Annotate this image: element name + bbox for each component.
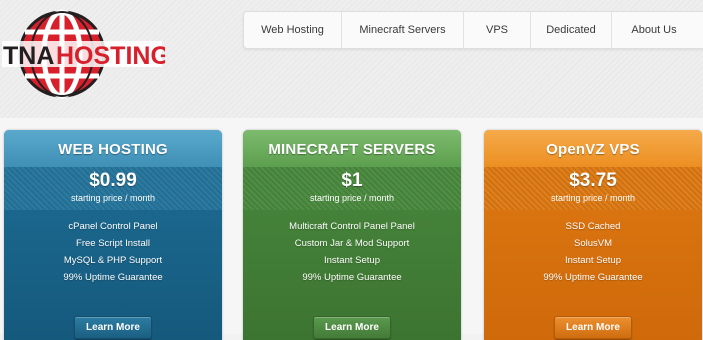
price-band: $3.75 starting price / month xyxy=(484,167,702,210)
plan-feature: MySQL & PHP Support xyxy=(63,255,163,266)
plan-price: $3.75 xyxy=(569,170,617,191)
nav-vps[interactable]: VPS xyxy=(464,12,531,48)
brand-name-part1: TNA xyxy=(3,42,54,70)
plan-feature: Free Script Install xyxy=(76,238,150,249)
plan-title: OpenVZ VPS xyxy=(484,130,702,167)
header: TNA HOSTING Web Hosting Minecraft Server… xyxy=(0,0,703,118)
plan-price: $1 xyxy=(341,170,363,191)
plan-feature: cPanel Control Panel xyxy=(68,221,158,232)
plan-price-note: starting price / month xyxy=(70,193,156,203)
main-nav: Web Hosting Minecraft Servers VPS Dedica… xyxy=(243,11,703,49)
brand-name-part2: HOSTING xyxy=(56,42,165,70)
plan-feature: Instant Setup xyxy=(565,255,621,266)
tnahosting-logo[interactable]: TNA HOSTING xyxy=(0,8,165,108)
nav-web-hosting[interactable]: Web Hosting xyxy=(244,12,342,48)
plan-card-web-hosting: WEB HOSTING $0.99 starting price / month… xyxy=(4,130,222,340)
plan-feature: SSD Cached xyxy=(565,221,621,232)
plan-title: MINECRAFT SERVERS xyxy=(243,130,461,167)
plan-feature: Custom Jar & Mod Support xyxy=(294,238,410,249)
plan-features: SSD Cached SolusVM Instant Setup 99% Upt… xyxy=(484,210,702,286)
plan-title: WEB HOSTING xyxy=(4,130,222,167)
plan-feature: 99% Uptime Guarantee xyxy=(63,272,163,283)
plan-feature: Instant Setup xyxy=(324,255,380,266)
plans-section: WEB HOSTING $0.99 starting price / month… xyxy=(0,118,703,340)
learn-more-button[interactable]: Learn More xyxy=(554,316,632,339)
plan-price: $0.99 xyxy=(89,170,137,191)
plan-feature: 99% Uptime Guarantee xyxy=(543,272,643,283)
nav-dedicated[interactable]: Dedicated xyxy=(531,12,612,48)
plan-price-note: starting price / month xyxy=(309,193,395,203)
plan-features: Multicraft Control Panel Panel Custom Ja… xyxy=(243,210,461,286)
plan-feature: Multicraft Control Panel Panel xyxy=(289,221,415,232)
plan-card-minecraft-servers: MINECRAFT SERVERS $1 starting price / mo… xyxy=(243,130,461,340)
nav-about-us[interactable]: About Us xyxy=(612,12,696,48)
plan-price-note: starting price / month xyxy=(550,193,636,203)
learn-more-button[interactable]: Learn More xyxy=(74,316,152,339)
plan-feature: 99% Uptime Guarantee xyxy=(302,272,402,283)
plan-features: cPanel Control Panel Free Script Install… xyxy=(4,210,222,286)
learn-more-button[interactable]: Learn More xyxy=(313,316,391,339)
price-band: $0.99 starting price / month xyxy=(4,167,222,210)
plan-card-openvz-vps: OpenVZ VPS $3.75 starting price / month … xyxy=(484,130,702,340)
price-band: $1 starting price / month xyxy=(243,167,461,210)
nav-minecraft-servers[interactable]: Minecraft Servers xyxy=(342,12,464,48)
plan-feature: SolusVM xyxy=(573,238,612,249)
